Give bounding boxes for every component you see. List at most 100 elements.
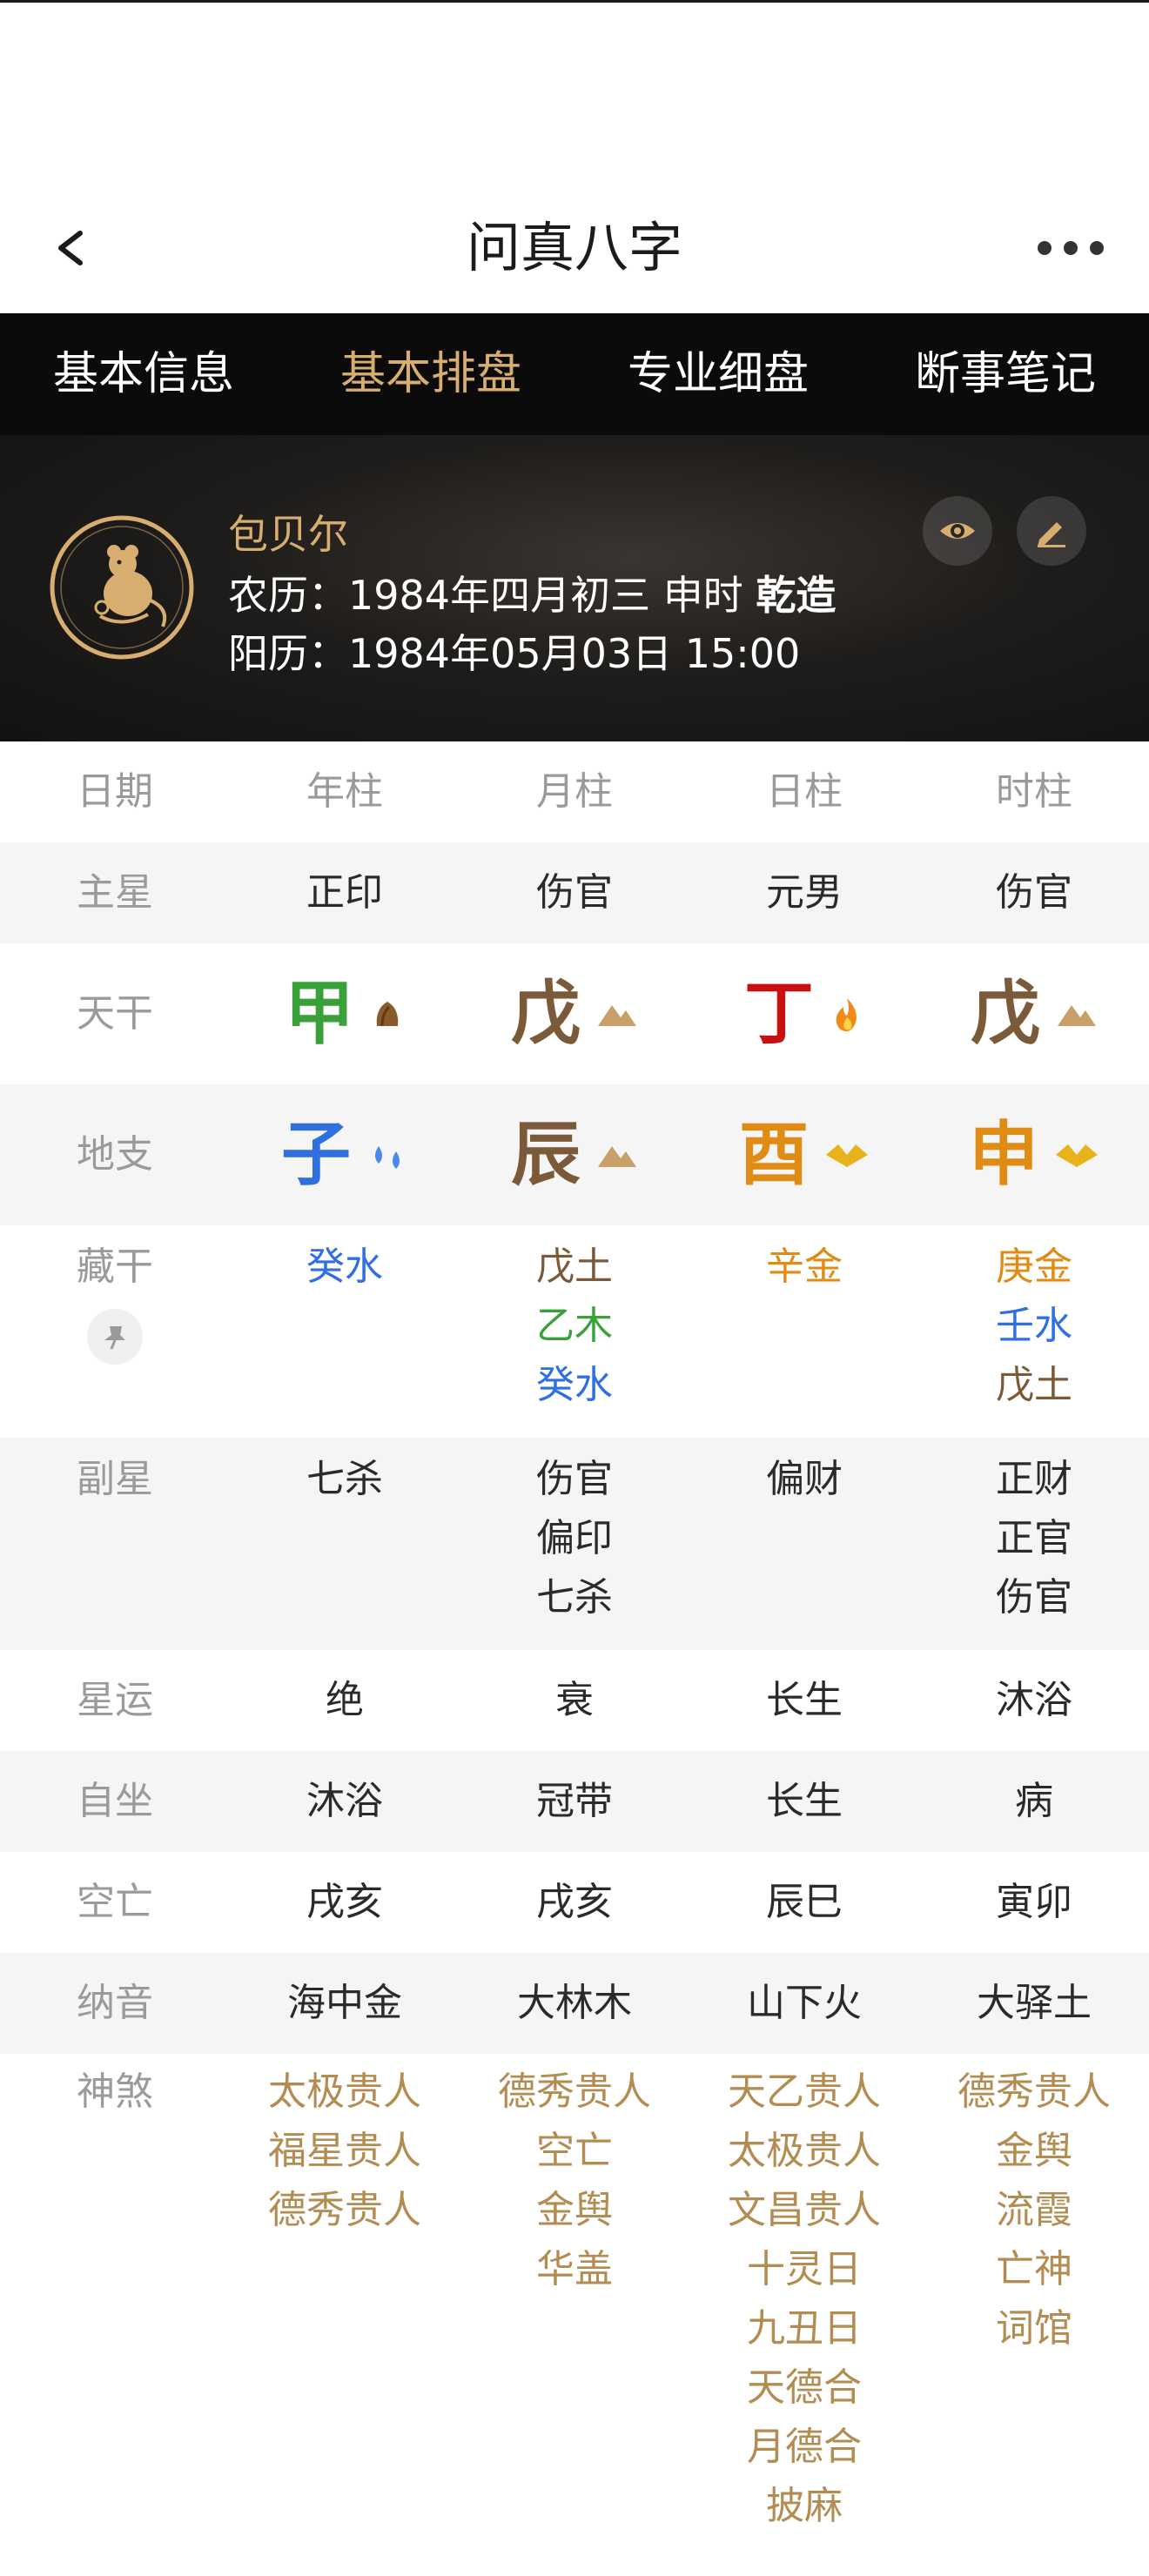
shensha-item[interactable]: 福星贵人 bbox=[230, 2122, 460, 2181]
shensha-item[interactable]: 流霞 bbox=[919, 2181, 1149, 2240]
zizuo-year: 沐浴 bbox=[306, 1779, 383, 1823]
fuxing-hour: 正财 正官 伤官 bbox=[919, 1450, 1149, 1650]
pin-button[interactable] bbox=[87, 1309, 143, 1365]
row-label: 地支 bbox=[77, 1132, 153, 1177]
nayin-hour: 大驿土 bbox=[977, 1981, 1092, 2025]
row-label: 天干 bbox=[77, 991, 153, 1036]
profile-card: 包贝尔 农历：1984年四月初三 申时 乾造 阳历：1984年05月03日 15… bbox=[0, 435, 1149, 741]
shensha-item[interactable]: 金舆 bbox=[460, 2181, 689, 2240]
hidden-stem: 癸水 bbox=[536, 1363, 613, 1407]
branch-char: 子 bbox=[281, 1114, 351, 1195]
table-header-row: 日期 年柱 月柱 日柱 时柱 bbox=[0, 741, 1149, 842]
row-label: 藏干 bbox=[77, 1244, 153, 1289]
shensha-item[interactable]: 华盖 bbox=[460, 2240, 689, 2299]
nav-bar: 问真八字 bbox=[0, 183, 1149, 313]
fuxing-month: 伤官 偏印 七杀 bbox=[460, 1450, 689, 1650]
sub-star: 伤官 bbox=[996, 1575, 1072, 1620]
sub-star: 偏印 bbox=[536, 1516, 613, 1560]
canggan-year: 癸水 bbox=[230, 1238, 460, 1438]
shensha-item[interactable]: 九丑日 bbox=[689, 2299, 919, 2358]
tab-basic-info[interactable]: 基本信息 bbox=[0, 313, 287, 435]
shensha-item[interactable]: 十灵日 bbox=[689, 2240, 919, 2299]
shensha-item[interactable]: 词馆 bbox=[919, 2299, 1149, 2358]
hidden-stem: 壬水 bbox=[996, 1304, 1072, 1348]
fuxing-row: 副星 七杀 伤官 偏印 七杀 偏财 正财 正官 伤官 bbox=[0, 1438, 1149, 1650]
xingyun-row: 星运 绝 衰 长生 沐浴 bbox=[0, 1650, 1149, 1751]
row-label: 星运 bbox=[77, 1678, 153, 1722]
bazi-table: 日期 年柱 月柱 日柱 时柱 主星 正印 伤官 元男 伤官 天干 甲 戊 丁 戊… bbox=[0, 741, 1149, 2576]
profile-name: 包贝尔 bbox=[228, 511, 348, 558]
main-star-year: 正印 bbox=[306, 870, 383, 915]
dizhi-row: 地支 子 辰 酉 申 bbox=[0, 1084, 1149, 1225]
pin-icon bbox=[104, 1326, 125, 1350]
dizhi-year: 子 bbox=[230, 1084, 460, 1225]
header-month: 月柱 bbox=[536, 769, 613, 814]
shensha-hour: 德秀贵人 金舆 流霞 亡神 词馆 bbox=[919, 2063, 1149, 2576]
kongwang-month: 戌亥 bbox=[536, 1880, 613, 1924]
shensha-item[interactable]: 天德合 bbox=[689, 2358, 919, 2418]
dizhi-day: 酉 bbox=[689, 1084, 919, 1225]
solar-date: 阳历：1984年05月03日 15:00 bbox=[228, 630, 801, 677]
gold-ingot-icon bbox=[826, 1144, 868, 1167]
fire-element-icon bbox=[836, 998, 857, 1031]
zizuo-row: 自坐 沐浴 冠带 长生 病 bbox=[0, 1751, 1149, 1852]
tiangan-row: 天干 甲 戊 丁 戊 bbox=[0, 943, 1149, 1084]
earth-mountain-icon bbox=[598, 1005, 636, 1026]
sub-star: 正官 bbox=[996, 1516, 1072, 1560]
sub-star: 七杀 bbox=[536, 1575, 613, 1620]
shensha-item[interactable]: 月德合 bbox=[689, 2418, 919, 2477]
tiangan-hour: 戊 bbox=[919, 943, 1149, 1084]
branch-char: 酉 bbox=[739, 1114, 809, 1195]
shensha-item[interactable]: 德秀贵人 bbox=[230, 2181, 460, 2240]
sub-star: 伤官 bbox=[536, 1457, 613, 1501]
zizuo-day: 长生 bbox=[766, 1779, 843, 1823]
dizhi-month: 辰 bbox=[460, 1084, 689, 1225]
shensha-month: 德秀贵人 空亡 金舆 华盖 bbox=[460, 2063, 689, 2576]
fuxing-day: 偏财 bbox=[689, 1450, 919, 1650]
shensha-item[interactable]: 德秀贵人 bbox=[460, 2063, 689, 2122]
shensha-item[interactable]: 亡神 bbox=[919, 2240, 1149, 2299]
edit-button[interactable] bbox=[1017, 496, 1086, 566]
xingyun-year: 绝 bbox=[326, 1678, 364, 1722]
hidden-stem: 庚金 bbox=[996, 1244, 1072, 1289]
canggan-row: 藏干 癸水 戊土 乙木 癸水 辛金 庚金 壬水 戊土 bbox=[0, 1225, 1149, 1438]
shensha-item[interactable]: 披麻 bbox=[689, 2477, 919, 2536]
hidden-stem: 癸水 bbox=[306, 1244, 383, 1289]
shensha-day: 天乙贵人 太极贵人 文昌贵人 十灵日 九丑日 天德合 月德合 披麻 bbox=[689, 2063, 919, 2576]
wood-element-icon bbox=[376, 1002, 399, 1027]
xingyun-day: 长生 bbox=[766, 1678, 843, 1722]
tab-basic-chart[interactable]: 基本排盘 bbox=[287, 313, 574, 435]
kongwang-row: 空亡 戌亥 戌亥 辰巳 寅卯 bbox=[0, 1852, 1149, 1953]
nayin-row: 纳音 海中金 大林木 山下火 大驿土 bbox=[0, 1953, 1149, 2054]
tiangan-day: 丁 bbox=[689, 943, 919, 1084]
lunar-date-text: 农历：1984年四月初三 申时 bbox=[228, 572, 743, 619]
tiangan-month: 戊 bbox=[460, 943, 689, 1084]
header-year: 年柱 bbox=[306, 769, 383, 814]
xingyun-hour: 沐浴 bbox=[996, 1678, 1072, 1722]
fuxing-label-cell: 副星 bbox=[0, 1450, 230, 1650]
shensha-item[interactable]: 太极贵人 bbox=[230, 2063, 460, 2122]
page-title: 问真八字 bbox=[466, 216, 682, 279]
shensha-item[interactable]: 空亡 bbox=[460, 2122, 689, 2181]
view-button[interactable] bbox=[923, 496, 992, 566]
nayin-day: 山下火 bbox=[747, 1981, 862, 2025]
shensha-item[interactable]: 太极贵人 bbox=[689, 2122, 919, 2181]
tab-bar: 基本信息 基本排盘 专业细盘 断事笔记 bbox=[0, 313, 1149, 435]
header-day: 日柱 bbox=[766, 769, 843, 814]
tab-pro-chart[interactable]: 专业细盘 bbox=[574, 313, 862, 435]
more-button[interactable] bbox=[1027, 226, 1114, 270]
shensha-item[interactable]: 德秀贵人 bbox=[919, 2063, 1149, 2122]
hidden-stem: 戊土 bbox=[996, 1363, 1072, 1407]
shensha-item[interactable]: 天乙贵人 bbox=[689, 2063, 919, 2122]
header-hour: 时柱 bbox=[996, 769, 1072, 814]
shensha-item[interactable]: 金舆 bbox=[919, 2122, 1149, 2181]
row-label: 副星 bbox=[77, 1457, 153, 1501]
eye-icon bbox=[940, 523, 975, 539]
row-label: 纳音 bbox=[77, 1981, 153, 2025]
hidden-stem: 戊土 bbox=[536, 1244, 613, 1289]
row-label: 神煞 bbox=[77, 2070, 153, 2114]
shensha-item[interactable]: 文昌贵人 bbox=[689, 2181, 919, 2240]
gold-ingot-icon bbox=[1056, 1144, 1098, 1167]
tab-notes[interactable]: 断事笔记 bbox=[862, 313, 1149, 435]
more-dots-icon bbox=[1038, 241, 1104, 255]
